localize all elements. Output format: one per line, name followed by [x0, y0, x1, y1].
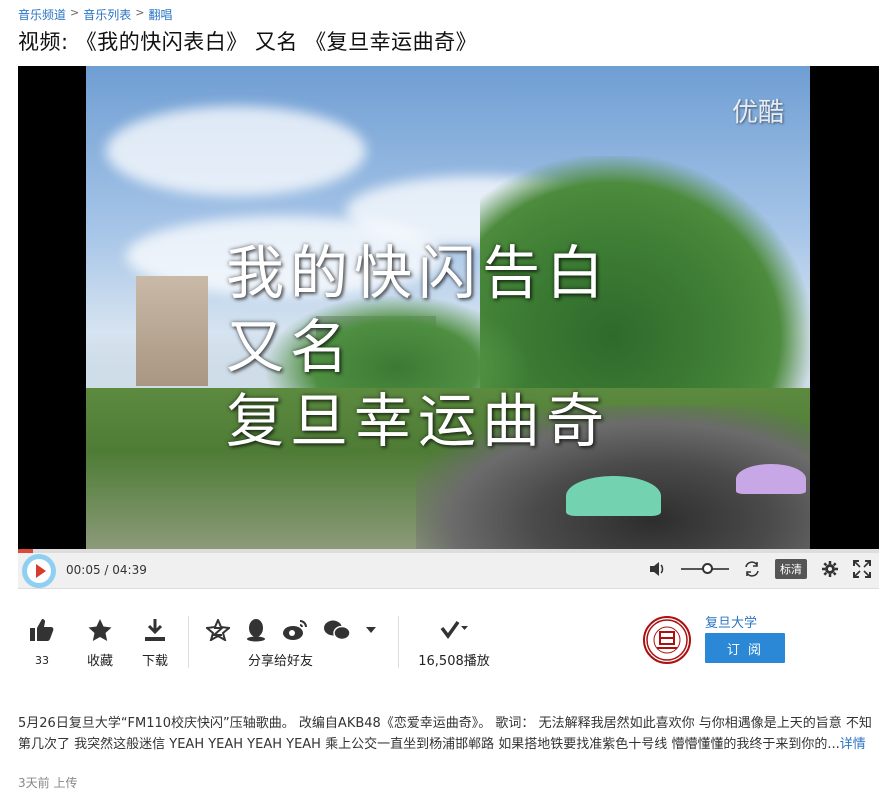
like-count: 33 — [35, 654, 49, 667]
breadcrumb: 音乐频道 > 音乐列表 > 翻唱 — [18, 6, 172, 23]
video-description: 5月26日复旦大学“FM110校庆快闪”压轴歌曲。 改编自AKB48《恋爱幸运曲… — [18, 713, 873, 755]
weibo-icon[interactable] — [282, 619, 308, 641]
time-display: 00:05 / 04:39 — [66, 563, 147, 577]
description-text: 5月26日复旦大学“FM110校庆快闪”压轴歌曲。 改编自AKB48《恋爱幸运曲… — [18, 716, 872, 752]
breadcrumb-music-list[interactable]: 音乐列表 — [83, 6, 131, 23]
video-building — [136, 276, 208, 386]
description-more-link[interactable]: 详情 — [840, 737, 866, 752]
checkmark-play-icon[interactable] — [414, 616, 494, 644]
video-cloud — [106, 106, 366, 196]
breadcrumb-music-channel[interactable]: 音乐频道 — [18, 6, 66, 23]
play-count-label: 16,508播放 — [418, 654, 490, 669]
time-total: 04:39 — [112, 563, 147, 577]
fullscreen-icon[interactable] — [853, 560, 871, 578]
star-icon — [82, 616, 118, 644]
wechat-icon[interactable] — [323, 619, 351, 641]
video-caption-line: 复旦幸运曲奇 — [226, 387, 611, 455]
play-button[interactable] — [22, 554, 56, 588]
breadcrumb-separator: > — [70, 6, 80, 19]
page-title: 视频: 《我的快闪表白》 又名 《复旦幸运曲奇》 — [18, 30, 478, 54]
time-current: 00:05 — [66, 563, 101, 577]
breadcrumb-cover[interactable]: 翻唱 — [148, 6, 172, 23]
breadcrumb-separator: > — [135, 6, 145, 19]
subscribe-button[interactable]: 订 阅 — [705, 633, 785, 663]
play-button-inner — [27, 559, 51, 583]
favorite-button[interactable]: 收藏 — [82, 616, 118, 669]
volume-icon[interactable] — [649, 560, 667, 578]
control-bar: 00:05 / 04:39 标清 — [18, 553, 879, 589]
video-umbrella — [736, 464, 806, 494]
video-caption-line: 又名 — [226, 313, 355, 381]
volume-slider-knob[interactable] — [702, 563, 714, 574]
share-icons — [206, 616, 376, 644]
play-count: 16,508播放 — [414, 616, 494, 669]
favorite-label: 收藏 — [86, 654, 113, 669]
share-label: 分享给好友 — [248, 654, 314, 669]
youku-watermark: 优酷 — [731, 98, 784, 128]
share-group: 分享给好友 — [206, 616, 386, 669]
thumbs-up-icon — [24, 616, 60, 644]
video-caption: 我的快闪告白 又名 复旦幸运曲奇 — [226, 236, 610, 458]
video-frame[interactable]: 我的快闪告白 又名 复旦幸运曲奇 优酷 — [86, 66, 810, 549]
video-caption-line: 我的快闪告白 — [226, 239, 611, 307]
download-label: 下载 — [141, 654, 168, 669]
upload-time: 3天前 上传 — [18, 776, 78, 790]
like-button[interactable]: 33 — [24, 616, 60, 667]
video-umbrella — [566, 476, 661, 516]
gear-icon[interactable] — [821, 560, 839, 578]
fudan-university-logo[interactable] — [643, 616, 691, 664]
play-icon — [35, 564, 46, 578]
time-separator: / — [100, 563, 113, 577]
video-player[interactable]: 我的快闪告白 又名 复旦幸运曲奇 优酷 — [18, 66, 879, 549]
download-icon — [137, 616, 173, 644]
chevron-down-icon[interactable] — [366, 627, 376, 633]
channel-card: 复旦大学 订 阅 — [643, 612, 879, 672]
qq-icon[interactable] — [245, 618, 267, 642]
download-button[interactable]: 下载 — [137, 616, 173, 669]
loop-icon[interactable] — [743, 560, 761, 578]
volume-slider[interactable] — [681, 563, 729, 574]
quality-button[interactable]: 标清 — [775, 559, 807, 579]
divider — [398, 616, 399, 668]
control-right: 标清 — [649, 559, 871, 579]
channel-name[interactable]: 复旦大学 — [705, 612, 757, 631]
divider — [188, 616, 189, 668]
qzone-icon[interactable] — [206, 619, 230, 641]
